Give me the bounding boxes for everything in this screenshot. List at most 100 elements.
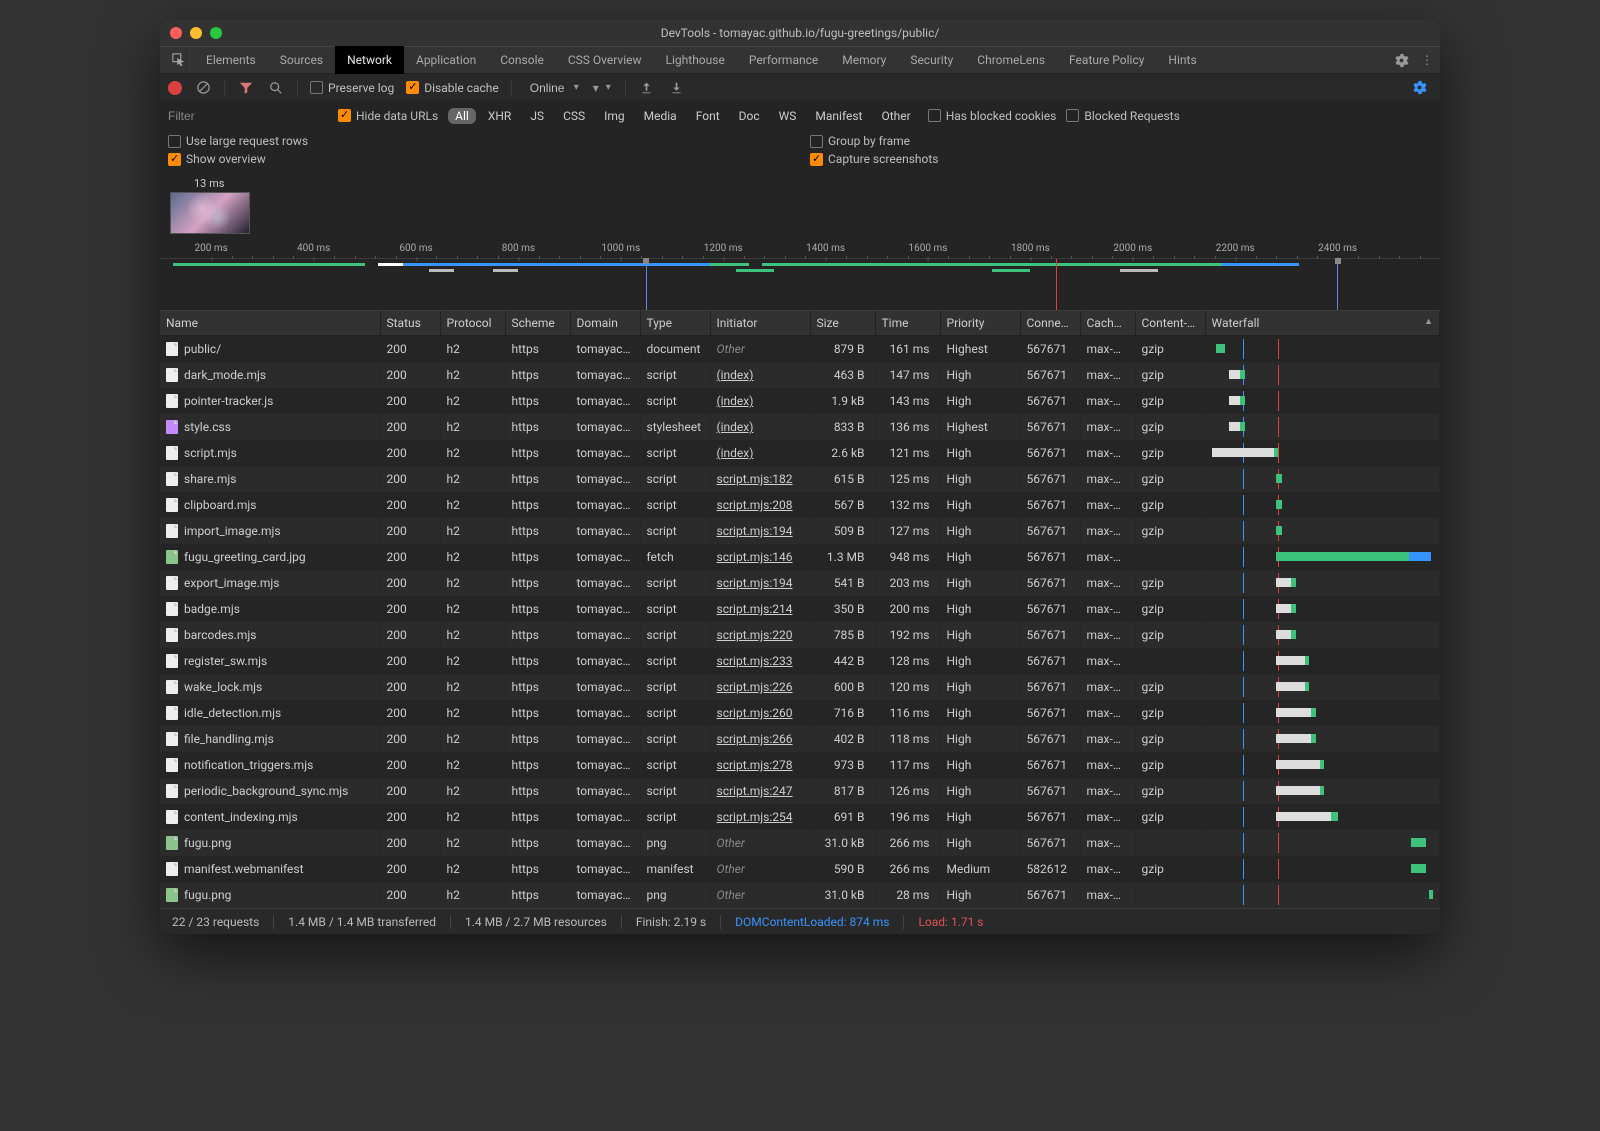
table-row[interactable]: fugu.png200h2httpstomayac…pngOther31.0 k… bbox=[160, 830, 1440, 856]
column-header-waterfall[interactable]: Waterfall bbox=[1205, 311, 1440, 336]
column-header-time[interactable]: Time bbox=[875, 311, 940, 336]
column-header-type[interactable]: Type bbox=[640, 311, 710, 336]
table-row[interactable]: pointer-tracker.js200h2httpstomayac…scri… bbox=[160, 388, 1440, 414]
initiator-link[interactable]: script.mjs:146 bbox=[717, 550, 793, 564]
initiator-link[interactable]: script.mjs:194 bbox=[717, 576, 793, 590]
initiator-link[interactable]: script.mjs:214 bbox=[717, 602, 793, 616]
column-header-domain[interactable]: Domain bbox=[570, 311, 640, 336]
initiator-link[interactable]: script.mjs:194 bbox=[717, 524, 793, 538]
capture-screenshots-checkbox[interactable]: Capture screenshots bbox=[810, 152, 1432, 166]
tab-css-overview[interactable]: CSS Overview bbox=[556, 46, 654, 74]
table-row[interactable]: dark_mode.mjs200h2httpstomayac…script(in… bbox=[160, 362, 1440, 388]
table-row[interactable]: wake_lock.mjs200h2httpstomayac…scriptscr… bbox=[160, 674, 1440, 700]
column-header-priority[interactable]: Priority bbox=[940, 311, 1020, 336]
network-settings-icon[interactable] bbox=[1406, 75, 1432, 101]
upload-har-icon[interactable] bbox=[638, 79, 656, 97]
column-header-content-[interactable]: Content-… bbox=[1135, 311, 1205, 336]
filter-pill-js[interactable]: JS bbox=[523, 108, 551, 124]
use-large-rows-checkbox[interactable]: Use large request rows bbox=[168, 134, 790, 148]
tab-elements[interactable]: Elements bbox=[194, 46, 268, 74]
tab-network[interactable]: Network bbox=[335, 46, 404, 74]
table-row[interactable]: content_indexing.mjs200h2httpstomayac…sc… bbox=[160, 804, 1440, 830]
filter-pill-xhr[interactable]: XHR bbox=[481, 108, 518, 124]
table-row[interactable]: public/200h2httpstomayac…documentOther87… bbox=[160, 336, 1440, 363]
column-header-status[interactable]: Status bbox=[380, 311, 440, 336]
has-blocked-cookies-checkbox[interactable]: Has blocked cookies bbox=[928, 109, 1057, 123]
initiator-link[interactable]: script.mjs:220 bbox=[717, 628, 793, 642]
window-minimize-button[interactable] bbox=[190, 27, 202, 39]
show-overview-checkbox[interactable]: Show overview bbox=[168, 152, 790, 166]
initiator-link[interactable]: script.mjs:208 bbox=[717, 498, 793, 512]
tab-hints[interactable]: Hints bbox=[1156, 46, 1208, 74]
filter-pill-media[interactable]: Media bbox=[637, 108, 684, 124]
column-header-protocol[interactable]: Protocol bbox=[440, 311, 505, 336]
initiator-link[interactable]: (index) bbox=[717, 394, 754, 408]
initiator-link[interactable]: script.mjs:247 bbox=[717, 784, 793, 798]
inspect-element-icon[interactable] bbox=[168, 49, 190, 71]
window-close-button[interactable] bbox=[170, 27, 182, 39]
initiator-link[interactable]: script.mjs:266 bbox=[717, 732, 793, 746]
table-row[interactable]: share.mjs200h2httpstomayac…scriptscript.… bbox=[160, 466, 1440, 492]
table-row[interactable]: notification_triggers.mjs200h2httpstomay… bbox=[160, 752, 1440, 778]
download-har-icon[interactable] bbox=[668, 79, 686, 97]
blocked-requests-checkbox[interactable]: Blocked Requests bbox=[1066, 109, 1179, 123]
initiator-link[interactable]: script.mjs:260 bbox=[717, 706, 793, 720]
filter-pill-doc[interactable]: Doc bbox=[732, 108, 767, 124]
table-row[interactable]: register_sw.mjs200h2httpstomayac…scripts… bbox=[160, 648, 1440, 674]
tab-memory[interactable]: Memory bbox=[830, 46, 898, 74]
initiator-link[interactable]: script.mjs:278 bbox=[717, 758, 793, 772]
table-row[interactable]: fugu.png200h2httpstomayac…pngOther31.0 k… bbox=[160, 882, 1440, 908]
window-zoom-button[interactable] bbox=[210, 27, 222, 39]
more-icon[interactable]: ⋮ bbox=[1414, 47, 1440, 73]
table-row[interactable]: style.css200h2httpstomayac…stylesheet(in… bbox=[160, 414, 1440, 440]
filter-pill-other[interactable]: Other bbox=[874, 108, 917, 124]
tab-sources[interactable]: Sources bbox=[268, 46, 335, 74]
filter-pill-ws[interactable]: WS bbox=[772, 108, 804, 124]
disable-cache-checkbox[interactable]: Disable cache bbox=[406, 81, 499, 95]
column-header-size[interactable]: Size bbox=[810, 311, 875, 336]
tab-security[interactable]: Security bbox=[898, 46, 965, 74]
table-row[interactable]: barcodes.mjs200h2httpstomayac…scriptscri… bbox=[160, 622, 1440, 648]
timeline-overview[interactable]: 200 ms400 ms600 ms800 ms1000 ms1200 ms14… bbox=[160, 241, 1440, 311]
filter-toggle-icon[interactable] bbox=[237, 79, 255, 97]
tab-console[interactable]: Console bbox=[488, 46, 556, 74]
tab-feature-policy[interactable]: Feature Policy bbox=[1057, 46, 1156, 74]
filter-input[interactable] bbox=[168, 109, 328, 123]
filter-pill-manifest[interactable]: Manifest bbox=[808, 108, 869, 124]
preserve-log-checkbox[interactable]: Preserve log bbox=[310, 81, 394, 95]
clear-icon[interactable] bbox=[194, 79, 212, 97]
tab-performance[interactable]: Performance bbox=[737, 46, 830, 74]
column-header-scheme[interactable]: Scheme bbox=[505, 311, 570, 336]
table-row[interactable]: script.mjs200h2httpstomayac…script(index… bbox=[160, 440, 1440, 466]
record-button[interactable] bbox=[168, 81, 182, 95]
filter-pill-font[interactable]: Font bbox=[689, 108, 727, 124]
initiator-link[interactable]: script.mjs:233 bbox=[717, 654, 793, 668]
column-header-cach-[interactable]: Cach… bbox=[1080, 311, 1135, 336]
tab-application[interactable]: Application bbox=[404, 46, 488, 74]
search-icon[interactable] bbox=[267, 79, 285, 97]
column-header-name[interactable]: Name bbox=[160, 311, 380, 336]
group-by-frame-checkbox[interactable]: Group by frame bbox=[810, 134, 1432, 148]
table-row[interactable]: fugu_greeting_card.jpg200h2httpstomayac…… bbox=[160, 544, 1440, 570]
initiator-link[interactable]: (index) bbox=[717, 446, 754, 460]
hide-data-urls-checkbox[interactable]: Hide data URLs bbox=[338, 109, 438, 123]
table-row[interactable]: idle_detection.mjs200h2httpstomayac…scri… bbox=[160, 700, 1440, 726]
screenshot-thumbnail[interactable] bbox=[170, 192, 250, 234]
table-row[interactable]: badge.mjs200h2httpstomayac…scriptscript.… bbox=[160, 596, 1440, 622]
table-row[interactable]: import_image.mjs200h2httpstomayac…script… bbox=[160, 518, 1440, 544]
column-header-initiator[interactable]: Initiator bbox=[710, 311, 810, 336]
table-row[interactable]: manifest.webmanifest200h2httpstomayac…ma… bbox=[160, 856, 1440, 882]
table-row[interactable]: clipboard.mjs200h2httpstomayac…scriptscr… bbox=[160, 492, 1440, 518]
initiator-link[interactable]: script.mjs:254 bbox=[717, 810, 793, 824]
filter-pill-css[interactable]: CSS bbox=[556, 108, 592, 124]
filter-pill-img[interactable]: Img bbox=[597, 108, 632, 124]
initiator-link[interactable]: script.mjs:226 bbox=[717, 680, 793, 694]
initiator-link[interactable]: script.mjs:182 bbox=[717, 472, 793, 486]
table-row[interactable]: periodic_background_sync.mjs200h2httpsto… bbox=[160, 778, 1440, 804]
table-row[interactable]: file_handling.mjs200h2httpstomayac…scrip… bbox=[160, 726, 1440, 752]
tab-lighthouse[interactable]: Lighthouse bbox=[654, 46, 737, 74]
table-row[interactable]: export_image.mjs200h2httpstomayac…script… bbox=[160, 570, 1440, 596]
initiator-link[interactable]: (index) bbox=[717, 368, 754, 382]
tab-chromelens[interactable]: ChromeLens bbox=[965, 46, 1057, 74]
throttling-select[interactable]: Online bbox=[524, 79, 581, 97]
